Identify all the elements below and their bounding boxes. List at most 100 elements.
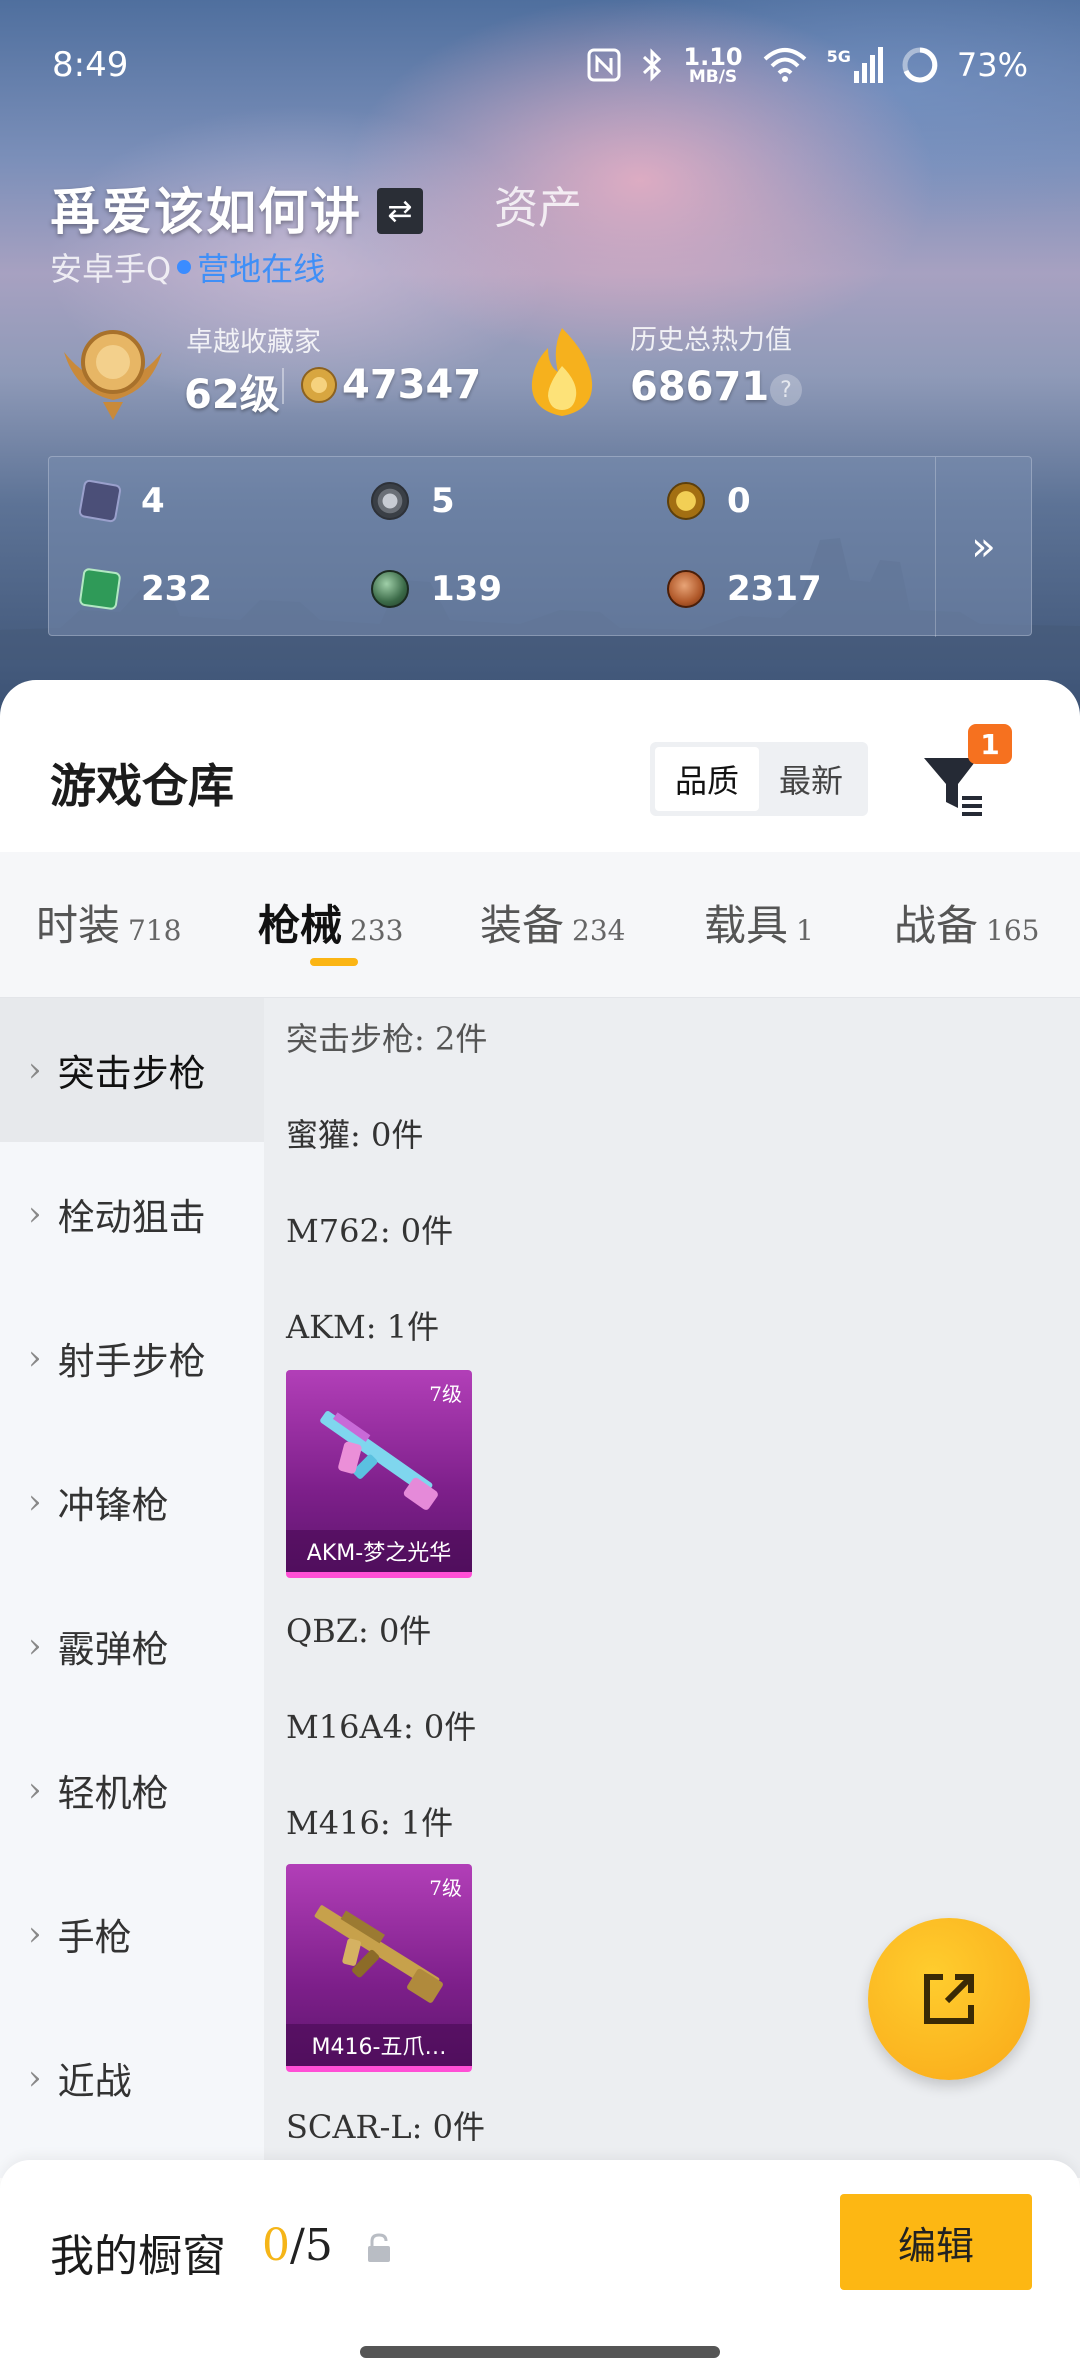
weapon-row: 蜜獾: 0件 (286, 1116, 424, 1154)
collector-medal-icon[interactable] (56, 322, 170, 422)
resource-item: 139 (371, 569, 502, 609)
share-icon (924, 1974, 974, 2024)
showcase-title: 我的橱窗 (50, 2231, 226, 2282)
signal-icon: 5G (827, 47, 883, 83)
silver-coin-icon (371, 482, 409, 520)
weapon-row: AKM: 1件 (286, 1308, 440, 1346)
resources-more-button[interactable]: » (935, 457, 1031, 637)
collector-title: 卓越收藏家 (186, 327, 321, 358)
resource-item: 5 (371, 481, 455, 521)
tab-count: 1 (796, 914, 814, 947)
lock-icon (368, 2233, 390, 2262)
nav-assault-rifle[interactable]: › 突击步枪 (0, 998, 264, 1142)
category-tabs: 时装 718 枪械 233 装备 234 载具 1 战备 165 (0, 852, 1080, 998)
tab-count: 165 (986, 914, 1040, 947)
tab-count: 234 (572, 914, 626, 947)
assets-tab[interactable]: 资产 (494, 172, 582, 236)
edit-button[interactable]: 编辑 (840, 2194, 1032, 2290)
resource-item: 2317 (667, 569, 822, 609)
showcase-total: /5 (290, 2220, 333, 2271)
nav-smg[interactable]: › 冲锋枪 (0, 1430, 264, 1574)
nav-label: 栓动狙击 (57, 1196, 206, 1239)
resource-item: 0 (667, 481, 751, 521)
weapon-row: QBZ: 0件 (286, 1612, 432, 1650)
clock: 8:49 (52, 45, 129, 85)
nav-label: 冲锋枪 (57, 1484, 169, 1527)
platform-label: 安卓手Q (50, 250, 172, 288)
skin-card-m416[interactable]: 7级 M416-五爪… (286, 1864, 472, 2072)
chevron-right-icon: › (28, 1914, 42, 1954)
active-tab-indicator (310, 958, 358, 966)
tab-fashion[interactable]: 时装 718 (36, 892, 181, 953)
home-indicator[interactable] (360, 2346, 720, 2358)
tab-label: 载具 (704, 901, 789, 950)
resource-value: 5 (431, 481, 455, 521)
weapon-row: SCAR-L: 0件 (286, 2108, 485, 2146)
weapon-row: M16A4: 0件 (286, 1708, 477, 1746)
net-speed-value: 1.10 (683, 42, 743, 71)
sort-newest-button[interactable]: 最新 (759, 747, 863, 811)
nav-melee[interactable]: › 近战 (0, 2006, 264, 2150)
nav-label: 手枪 (57, 1916, 132, 1959)
tab-guns[interactable]: 枪械 233 (258, 892, 403, 953)
bronze-coin-icon (667, 570, 705, 608)
filter-badge: 1 (968, 724, 1012, 764)
tab-label: 时装 (36, 901, 121, 950)
profile-hero: 8:49 1.10 MB/S 5G 73% 爯爱该如何讲 ⇄ 资产 安卓手Q 营… (0, 0, 1080, 720)
stat-divider (282, 368, 284, 404)
chevron-right-icon: › (28, 1338, 42, 1378)
nav-bolt-sniper[interactable]: › 栓动狙击 (0, 1142, 264, 1286)
resources-panel[interactable]: 4 5 0 232 139 2317 » (48, 456, 1032, 637)
tab-supplies[interactable]: 战备 165 (894, 892, 1039, 953)
online-status: 营地在线 (197, 250, 326, 288)
net-speed-unit: MB/S (688, 66, 738, 87)
help-icon[interactable]: ? (770, 374, 802, 406)
resource-value: 0 (727, 481, 751, 521)
tab-vehicles[interactable]: 载具 1 (704, 892, 814, 953)
weapon-type-nav: › 突击步枪 › 栓动狙击 › 射手步枪 › 冲锋枪 › 霰弹枪 › 轻机枪 › 手枪 › 近战 (0, 998, 264, 2178)
nav-label: 霰弹枪 (57, 1628, 169, 1671)
sort-toggle: 品质 最新 (650, 742, 868, 816)
resource-item: 232 (78, 567, 212, 611)
showcase-used: 0 (262, 2220, 290, 2271)
warehouse-sheet: 游戏仓库 品质 最新 1 时装 718 枪械 233 装备 234 载具 1 战… (0, 680, 1080, 2375)
sort-quality-button[interactable]: 品质 (655, 747, 759, 811)
chevron-right-icon: › (28, 1626, 42, 1666)
tab-label: 战备 (894, 901, 979, 950)
weapon-row: M416: 1件 (286, 1804, 454, 1842)
heat-value: 68671 (630, 364, 770, 410)
nav-label: 轻机枪 (57, 1772, 169, 1815)
resource-value: 232 (141, 569, 212, 609)
resource-value: 4 (141, 481, 165, 521)
player-name: 爯爱该如何讲 (50, 182, 362, 241)
network-speed: 1.10 MB/S (683, 45, 742, 86)
skin-card-akm[interactable]: 7级 AKM-梦之光华 (286, 1370, 472, 1578)
showcase-bar: 我的橱窗 0/5 编辑 (0, 2160, 1080, 2375)
nav-marksman-rifle[interactable]: › 射手步枪 (0, 1286, 264, 1430)
resource-value: 2317 (727, 569, 822, 609)
status-bar: 8:49 1.10 MB/S 5G 73% (52, 40, 1028, 90)
skin-name: AKM-梦之光华 (286, 1530, 472, 1572)
warehouse-title: 游戏仓库 (50, 759, 234, 813)
green-orb-icon (371, 570, 409, 608)
flame-icon (531, 328, 593, 416)
player-level: 62级 (184, 372, 280, 418)
green-card-icon (78, 567, 122, 611)
wifi-icon (763, 48, 806, 82)
chevron-right-icon: › (28, 2058, 42, 2098)
tab-equipment[interactable]: 装备 234 (480, 892, 625, 953)
switch-account-icon[interactable]: ⇄ (377, 188, 423, 234)
coin-count: 47347 (342, 362, 482, 408)
online-dot-icon (177, 260, 192, 274)
resource-value: 139 (431, 569, 502, 609)
nav-pistol[interactable]: › 手枪 (0, 1862, 264, 2006)
resource-item: 4 (77, 478, 165, 524)
akm-rifle-image (320, 1411, 438, 1510)
nav-lmg[interactable]: › 轻机枪 (0, 1718, 264, 1862)
card-icon (77, 478, 123, 524)
battery-icon (902, 47, 938, 83)
tab-label: 装备 (480, 901, 565, 950)
share-button[interactable] (868, 1918, 1030, 2080)
nav-shotgun[interactable]: › 霰弹枪 (0, 1574, 264, 1718)
gold-coin-icon (301, 367, 337, 403)
